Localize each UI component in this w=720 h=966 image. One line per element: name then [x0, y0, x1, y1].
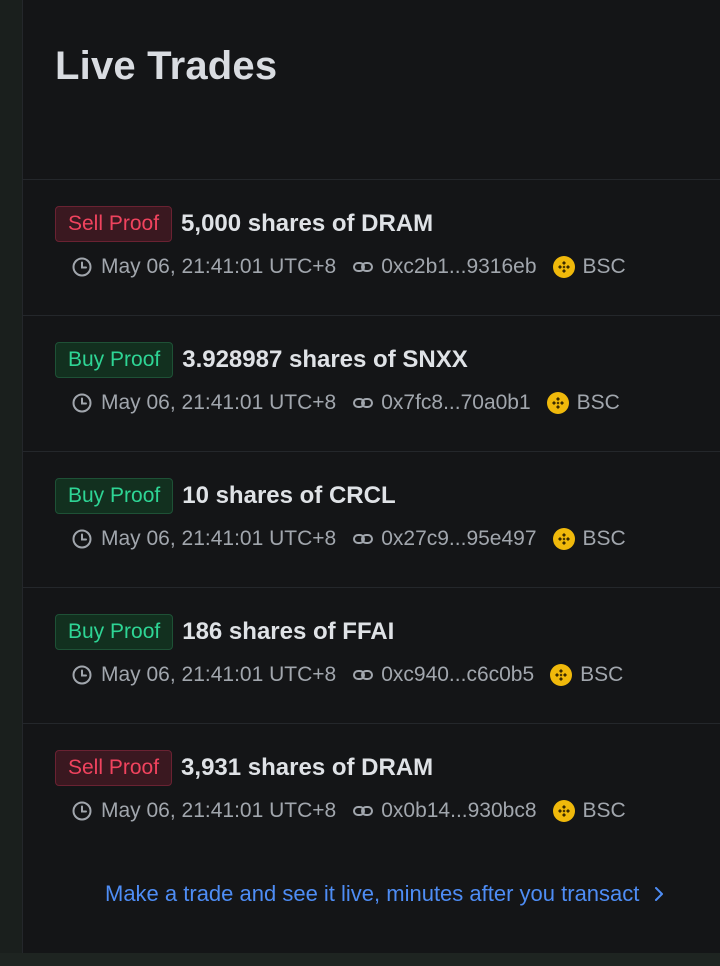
clock-icon: [71, 664, 93, 686]
link-icon: [352, 528, 374, 550]
tx-hash-link[interactable]: 0x7fc8...70a0b1: [381, 391, 530, 415]
bottom-strip: [0, 953, 720, 966]
trade-time: May 06, 21:41:01 UTC+8: [101, 663, 337, 686]
trade-item[interactable]: Sell Proof 3,931 shares of DRAM May 06, …: [23, 723, 720, 859]
trade-title: 186 shares of FFAI: [182, 618, 395, 645]
trade-time: May 06, 21:41:01 UTC+8: [101, 391, 337, 414]
trade-time: May 06, 21:41:01 UTC+8: [101, 527, 337, 550]
chain-label: BSC: [582, 527, 626, 550]
sell-proof-badge[interactable]: Sell Proof: [55, 206, 173, 242]
tx-hash-link[interactable]: 0x27c9...95e497: [381, 527, 536, 551]
chain-label: BSC: [580, 663, 624, 686]
bnb-chain-icon: [552, 528, 575, 550]
make-trade-link[interactable]: Make a trade and see it live, minutes af…: [105, 881, 667, 907]
bnb-chain-icon: [552, 256, 575, 278]
chevron-right-icon: [651, 885, 667, 903]
clock-icon: [71, 528, 93, 550]
trade-title: 10 shares of CRCL: [182, 482, 396, 509]
clock-icon: [71, 256, 93, 278]
sell-proof-badge[interactable]: Sell Proof: [55, 750, 173, 786]
live-trades-panel: Live Trades Sell Proof 5,000 shares of D…: [22, 0, 720, 953]
page-title: Live Trades: [55, 44, 278, 88]
trade-item[interactable]: Sell Proof 5,000 shares of DRAM May 06, …: [23, 179, 720, 315]
trade-item[interactable]: Buy Proof 3.928987 shares of SNXX May 06…: [23, 315, 720, 451]
tx-hash-link[interactable]: 0xc940...c6c0b5: [381, 663, 534, 687]
link-icon: [352, 800, 374, 822]
trade-list: Sell Proof 5,000 shares of DRAM May 06, …: [23, 179, 720, 859]
bnb-chain-icon: [546, 392, 569, 414]
make-trade-link-label: Make a trade and see it live, minutes af…: [105, 881, 640, 906]
trade-item[interactable]: Buy Proof 10 shares of CRCL May 06, 21:4…: [23, 451, 720, 587]
clock-icon: [71, 392, 93, 414]
trade-title: 3.928987 shares of SNXX: [182, 346, 468, 373]
link-icon: [352, 664, 374, 686]
bnb-chain-icon: [550, 664, 573, 686]
trade-title: 3,931 shares of DRAM: [181, 754, 434, 781]
bnb-chain-icon: [552, 800, 575, 822]
link-icon: [352, 256, 374, 278]
buy-proof-badge[interactable]: Buy Proof: [55, 478, 174, 514]
trade-time: May 06, 21:41:01 UTC+8: [101, 799, 337, 822]
tx-hash-link[interactable]: 0xc2b1...9316eb: [381, 255, 536, 279]
chain-label: BSC: [582, 255, 626, 278]
clock-icon: [71, 800, 93, 822]
link-icon: [352, 392, 374, 414]
trade-title: 5,000 shares of DRAM: [181, 210, 434, 237]
chain-label: BSC: [582, 799, 626, 822]
trade-time: May 06, 21:41:01 UTC+8: [101, 255, 337, 278]
tx-hash-link[interactable]: 0x0b14...930bc8: [381, 799, 536, 823]
buy-proof-badge[interactable]: Buy Proof: [55, 342, 174, 378]
chain-label: BSC: [576, 391, 620, 414]
buy-proof-badge[interactable]: Buy Proof: [55, 614, 174, 650]
trade-item[interactable]: Buy Proof 186 shares of FFAI May 06, 21:…: [23, 587, 720, 723]
